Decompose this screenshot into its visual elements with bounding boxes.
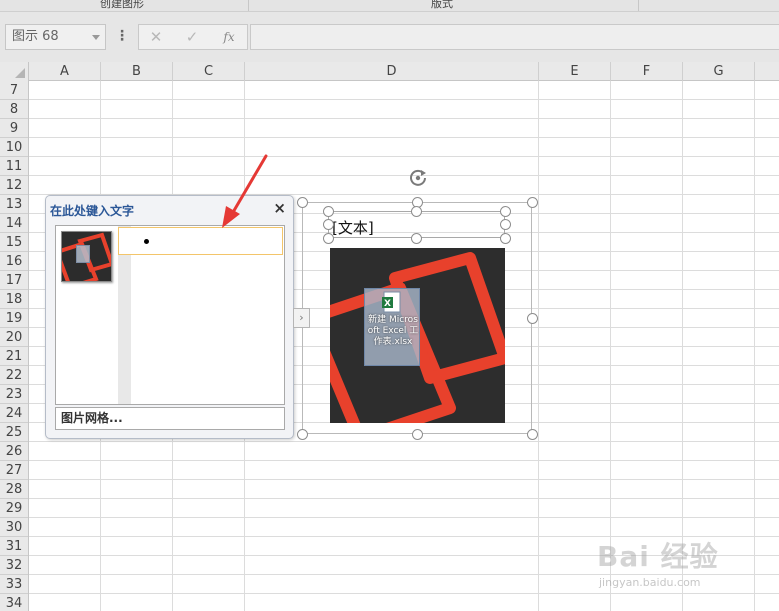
row-header[interactable]: 27 (0, 461, 28, 480)
text-handle-bottom-left[interactable] (323, 233, 334, 244)
more-options-icon[interactable]: ⋮ (115, 24, 129, 50)
excel-file-icon: X 新建 Microsoft Excel 工作表.xlsx (364, 288, 420, 366)
text-handle-top[interactable] (411, 206, 422, 217)
name-box[interactable]: 图示 68 (5, 24, 106, 50)
column-header-g[interactable]: G (683, 62, 755, 81)
row-headers: 7 8 9 10 11 12 13 14 15 16 17 18 19 20 2… (0, 81, 29, 611)
bullet-icon (144, 239, 149, 244)
row-header[interactable]: 31 (0, 537, 28, 556)
row-header[interactable]: 26 (0, 442, 28, 461)
row-header[interactable]: 23 (0, 385, 28, 404)
gridline (29, 175, 779, 176)
gridline (29, 498, 779, 499)
gridline (29, 137, 779, 138)
row-header[interactable]: 8 (0, 100, 28, 119)
row-header[interactable]: 29 (0, 499, 28, 518)
watermark-url: jingyan.baidu.com (599, 576, 701, 589)
annotation-arrow-icon (222, 154, 268, 228)
row-header[interactable]: 13 (0, 195, 28, 214)
row-header[interactable]: 15 (0, 233, 28, 252)
ribbon-group-layouts: 版式 (431, 0, 453, 10)
row-header[interactable]: 25 (0, 423, 28, 442)
cancel-icon[interactable]: ✕ (141, 25, 171, 49)
chevron-down-icon[interactable] (92, 35, 100, 40)
row-header[interactable]: 20 (0, 328, 28, 347)
column-header-e[interactable]: E (539, 62, 611, 81)
row-header[interactable]: 10 (0, 138, 28, 157)
column-header-a[interactable]: A (29, 62, 101, 81)
resize-handle-bottom-left[interactable] (297, 429, 308, 440)
text-handle-top-right[interactable] (500, 206, 511, 217)
ribbon-separator (638, 0, 639, 11)
formula-input[interactable] (250, 24, 779, 50)
text-handle-bottom-right[interactable] (500, 233, 511, 244)
row-header[interactable]: 7 (0, 81, 28, 100)
row-header[interactable]: 32 (0, 556, 28, 575)
text-pane-list (55, 225, 285, 405)
smartart-picture[interactable]: X 新建 Microsoft Excel 工作表.xlsx (330, 248, 505, 423)
file-icon-label: 新建 Microsoft Excel 工作表.xlsx (367, 315, 419, 347)
text-handle-top-left[interactable] (323, 206, 334, 217)
row-header[interactable]: 14 (0, 214, 28, 233)
row-header[interactable]: 19 (0, 309, 28, 328)
row-header[interactable]: 33 (0, 575, 28, 594)
thumbnail-file-icon (76, 245, 90, 263)
watermark: Bai 经验 jingyan.baidu.com (583, 535, 773, 605)
row-header[interactable]: 11 (0, 157, 28, 176)
confirm-icon[interactable]: ✓ (177, 25, 207, 49)
column-headers: A B C D E F G (0, 62, 779, 81)
text-pane-title: 在此处键入文字 (50, 204, 135, 218)
resize-handle-top-left[interactable] (297, 197, 308, 208)
row-header[interactable]: 34 (0, 594, 28, 611)
text-placeholder: [文本] (332, 219, 374, 237)
resize-handle-bottom-right[interactable] (527, 429, 538, 440)
formula-bar: 图示 68 ⋮ ✕ ✓ fx (0, 12, 779, 62)
ribbon-separator (248, 0, 249, 11)
resize-handle-right[interactable] (527, 313, 538, 324)
formula-buttons: ✕ ✓ fx (138, 24, 248, 50)
row-header[interactable]: 24 (0, 404, 28, 423)
resize-handle-top-right[interactable] (527, 197, 538, 208)
select-all-triangle-icon (15, 68, 25, 78)
gridline (29, 99, 779, 100)
row-header[interactable]: 22 (0, 366, 28, 385)
row-header[interactable]: 28 (0, 480, 28, 499)
row-header[interactable]: 21 (0, 347, 28, 366)
svg-text:X: X (384, 299, 391, 309)
gridline (29, 460, 779, 461)
row-header[interactable]: 17 (0, 271, 28, 290)
column-header-c[interactable]: C (173, 62, 245, 81)
gridline (29, 118, 779, 119)
rotate-icon[interactable] (406, 166, 430, 190)
gridline (29, 156, 779, 157)
ribbon-group-create-graphic: 创建图形 (100, 0, 144, 10)
row-header[interactable]: 16 (0, 252, 28, 271)
row-header[interactable]: 30 (0, 518, 28, 537)
excel-icon: X (382, 291, 401, 313)
text-handle-left[interactable] (323, 219, 334, 230)
gridline (29, 517, 779, 518)
text-handle-right[interactable] (500, 219, 511, 230)
resize-handle-bottom[interactable] (412, 429, 423, 440)
column-header-f[interactable]: F (611, 62, 683, 81)
text-pane-toggle-button[interactable]: › (293, 308, 310, 328)
gridline (29, 441, 779, 442)
name-box-value: 图示 68 (12, 29, 59, 44)
ribbon-group-labels: 创建图形 版式 (0, 0, 779, 12)
watermark-logo-text: Bai 经验 (597, 540, 719, 573)
layout-name-link[interactable]: 图片网格... (55, 407, 285, 430)
picture-placeholder-thumbnail[interactable] (61, 231, 112, 282)
gridline (29, 479, 779, 480)
column-header-d[interactable]: D (245, 62, 539, 81)
column-header-b[interactable]: B (101, 62, 173, 81)
row-header[interactable]: 18 (0, 290, 28, 309)
insert-function-icon[interactable]: fx (214, 25, 244, 49)
select-all-button[interactable] (0, 62, 29, 81)
row-header[interactable]: 9 (0, 119, 28, 138)
row-header[interactable]: 12 (0, 176, 28, 195)
text-handle-bottom[interactable] (411, 233, 422, 244)
